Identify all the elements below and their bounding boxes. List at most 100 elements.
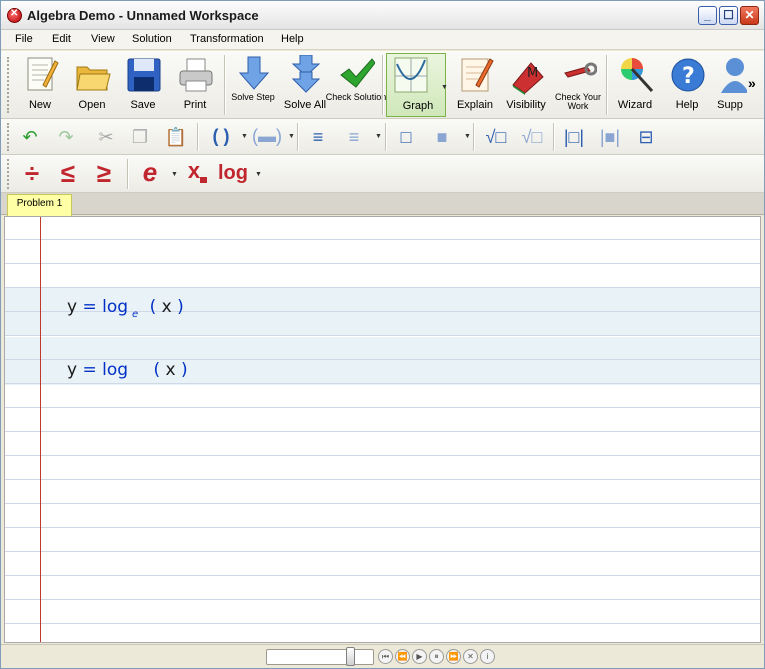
print-label: Print <box>183 99 207 111</box>
pause-icon[interactable]: ⏸ <box>429 649 444 664</box>
app-icon[interactable] <box>7 8 22 23</box>
parentheses-icon[interactable]: ( ) <box>205 123 237 149</box>
menu-solution[interactable]: Solution <box>132 33 172 45</box>
log-argument[interactable]: x <box>166 360 176 380</box>
ruled-line <box>5 239 760 240</box>
split-fraction-icon[interactable]: ⊟ <box>633 124 659 150</box>
info-icon[interactable]: i <box>480 649 495 664</box>
help-label: Help <box>675 99 699 111</box>
ruled-line <box>5 551 760 552</box>
parentheses-dropdown-icon[interactable]: ▼ <box>241 133 248 140</box>
support-button[interactable]: Supp <box>713 53 747 117</box>
menu-bar: File Edit View Solution Transformation H… <box>1 30 764 50</box>
ruled-line <box>5 527 760 528</box>
explain-button[interactable]: Explain <box>450 53 500 117</box>
log-base[interactable]: e <box>132 309 138 320</box>
maximize-icon: ☐ <box>723 8 734 22</box>
save-button[interactable]: Save <box>118 53 168 117</box>
menu-edit[interactable]: Edit <box>52 33 71 45</box>
log-function[interactable]: log <box>102 297 128 317</box>
open-button[interactable]: Open <box>67 53 117 117</box>
menu-file[interactable]: File <box>15 33 33 45</box>
graph-button[interactable]: Graph ▼ <box>386 53 448 117</box>
open-paren: ( <box>149 297 157 317</box>
bracket-box-icon[interactable]: (▬) <box>249 123 285 149</box>
visibility-button[interactable]: M Visibility <box>501 53 551 117</box>
toolbar-grip[interactable] <box>7 123 11 151</box>
check-your-work-label: Check Your Work <box>554 92 602 111</box>
support-label: Supp <box>717 99 743 111</box>
undo-icon[interactable]: ↶ <box>17 124 43 150</box>
maximize-button[interactable]: ☐ <box>719 6 738 25</box>
help-icon: ? <box>671 58 705 92</box>
wizard-button[interactable]: Wizard <box>610 53 660 117</box>
root-icon[interactable]: √□ <box>481 124 511 150</box>
log-function[interactable]: log <box>102 360 128 380</box>
menu-view[interactable]: View <box>91 33 115 45</box>
log-argument[interactable]: x <box>162 297 172 317</box>
toolbar-grip[interactable] <box>7 159 11 189</box>
bracket-dropdown-icon[interactable]: ▼ <box>288 133 295 140</box>
equation-1[interactable]: y = log e ( x ) <box>67 297 184 320</box>
fraction-dropdown-icon[interactable]: ▼ <box>375 133 382 140</box>
fraction-alt-icon[interactable]: ≡ <box>341 124 367 150</box>
close-button[interactable]: ✕ <box>740 6 759 25</box>
abs-value-icon[interactable]: |□| <box>561 124 587 150</box>
fraction-icon[interactable]: ≡ <box>305 124 331 150</box>
paste-icon[interactable]: 📋 <box>163 124 189 150</box>
playback-slider[interactable] <box>266 649 374 665</box>
equals-sign: = <box>82 360 97 380</box>
margin-line <box>40 217 41 642</box>
minimize-button[interactable]: _ <box>698 6 717 25</box>
ruled-line <box>5 431 760 432</box>
rewind-icon[interactable]: ⏪ <box>395 649 410 664</box>
ruled-line <box>5 407 760 408</box>
cut-icon[interactable]: ✂ <box>93 124 119 150</box>
toolbar-overflow-icon[interactable]: » <box>748 75 756 91</box>
less-equal-icon[interactable]: ≤ <box>55 160 81 186</box>
ruled-line <box>5 287 760 288</box>
copy-icon[interactable]: ❐ <box>127 124 153 150</box>
exponential-dropdown-icon[interactable]: ▼ <box>171 171 178 178</box>
stop-icon[interactable]: ✕ <box>463 649 478 664</box>
ruled-line <box>5 599 760 600</box>
fast-forward-icon[interactable]: ⏩ <box>446 649 461 664</box>
first-step-icon[interactable]: ⏮ <box>378 649 393 664</box>
log-button[interactable]: log <box>215 160 251 186</box>
workspace-notebook[interactable]: y = log e ( x ) y = log ( x ) <box>4 216 761 643</box>
graph-dropdown-icon[interactable]: ▼ <box>441 84 448 91</box>
play-icon[interactable]: ▶ <box>412 649 427 664</box>
exponential-button[interactable]: e <box>137 159 163 185</box>
log-dropdown-icon[interactable]: ▼ <box>255 171 262 178</box>
help-button[interactable]: ? Help <box>662 53 712 117</box>
graph-icon <box>394 57 428 93</box>
slider-thumb[interactable] <box>346 647 355 666</box>
ruled-line <box>5 479 760 480</box>
main-toolbar: New Open Save Print Solve Step Solve All… <box>1 51 764 119</box>
check-solution-label: Check Solution <box>325 92 387 102</box>
down-arrow-icon <box>238 56 270 90</box>
superscript-alt-icon[interactable]: ■ <box>429 124 455 150</box>
superscript-dropdown-icon[interactable]: ▼ <box>464 133 471 140</box>
solve-all-button[interactable]: Solve All <box>280 53 330 117</box>
ruled-line <box>5 503 760 504</box>
divide-icon[interactable]: ÷ <box>19 160 45 186</box>
greater-equal-icon[interactable]: ≥ <box>91 160 117 186</box>
menu-transformation[interactable]: Transformation <box>190 33 264 45</box>
root-alt-icon[interactable]: √□ <box>517 124 547 150</box>
new-button[interactable]: New <box>15 53 65 117</box>
equation-2[interactable]: y = log ( x ) <box>67 360 188 380</box>
menu-help[interactable]: Help <box>281 33 304 45</box>
check-your-work-button[interactable]: Check Your Work <box>553 53 603 117</box>
superscript-icon[interactable]: □ <box>393 124 419 150</box>
redo-icon[interactable]: ↷ <box>53 124 79 150</box>
check-solution-button[interactable]: Check Solution <box>326 53 386 117</box>
open-paren: ( <box>153 360 161 380</box>
ruled-line <box>5 455 760 456</box>
abs-value-alt-icon[interactable]: |■| <box>597 124 623 150</box>
tab-problem-1[interactable]: Problem 1 <box>7 194 72 216</box>
print-button[interactable]: Print <box>170 53 220 117</box>
toolbar-separator <box>382 55 384 115</box>
solve-step-button[interactable]: Solve Step <box>228 53 278 117</box>
new-document-icon <box>27 57 59 91</box>
